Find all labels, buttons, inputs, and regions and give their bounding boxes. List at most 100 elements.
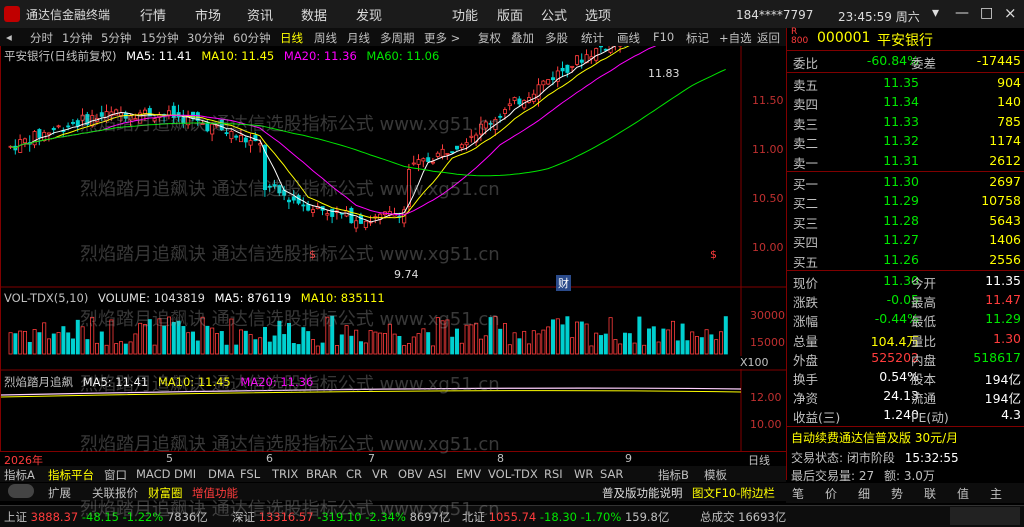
- indicator-tab[interactable]: TRIX: [272, 467, 298, 481]
- tab-kuozhan[interactable]: 扩展: [48, 485, 71, 501]
- volume-bar: [369, 331, 372, 354]
- period-15min[interactable]: 15分钟: [141, 30, 179, 46]
- chart-area[interactable]: [0, 46, 788, 452]
- dividend-marker-1[interactable]: $: [309, 248, 316, 261]
- x-axis-may: 5: [166, 452, 173, 465]
- menu-xuanxiang[interactable]: 选项: [585, 5, 611, 24]
- toggle-switch[interactable]: [8, 484, 34, 498]
- kline-chart[interactable]: [1, 46, 787, 451]
- indicator-tab[interactable]: SAR: [600, 467, 623, 481]
- sell-row[interactable]: 卖二11.321174: [787, 132, 1024, 151]
- volume-bar: [446, 320, 449, 354]
- indicator-tab[interactable]: EMV: [456, 467, 481, 481]
- indicator-tab[interactable]: 指标平台: [48, 467, 94, 483]
- side-tab[interactable]: 细: [858, 485, 870, 502]
- menu-shichang[interactable]: 市场: [195, 5, 221, 24]
- menu-gongshi[interactable]: 公式: [541, 5, 567, 24]
- menu-banmian[interactable]: 版面: [497, 5, 523, 24]
- tab-puji-help[interactable]: 普及版功能说明: [602, 485, 683, 501]
- period-5min[interactable]: 5分钟: [101, 30, 131, 46]
- indicator-tab[interactable]: ASI: [428, 467, 447, 481]
- period-60min[interactable]: 60分钟: [233, 30, 271, 46]
- finance-marker[interactable]: 财: [556, 275, 571, 291]
- period-1min[interactable]: 1分钟: [62, 30, 92, 46]
- buy-row[interactable]: 买二11.2910758: [787, 192, 1024, 211]
- action-fuquan[interactable]: 复权: [478, 30, 501, 46]
- menu-gongneng[interactable]: 功能: [452, 5, 478, 24]
- action-tongji[interactable]: 统计: [581, 30, 604, 46]
- period-monthly[interactable]: 月线: [347, 30, 370, 46]
- indicator-tab[interactable]: OBV: [398, 467, 422, 481]
- volume-bar: [62, 327, 65, 354]
- maximize-icon[interactable]: □: [980, 5, 993, 21]
- buy-row[interactable]: 买三11.285643: [787, 212, 1024, 231]
- tab-zengzhi[interactable]: 增值功能: [192, 485, 238, 501]
- side-tab[interactable]: 势: [891, 485, 903, 502]
- tray-icons[interactable]: [950, 507, 1020, 525]
- indicator-tab[interactable]: BRAR: [306, 467, 337, 481]
- indicator-tab[interactable]: RSI: [544, 467, 563, 481]
- action-huaxian[interactable]: 画线: [617, 30, 640, 46]
- menu-faxian[interactable]: 发现: [356, 5, 382, 24]
- close-icon[interactable]: ×: [1004, 4, 1017, 22]
- menu-zixun[interactable]: 资讯: [247, 5, 273, 24]
- tab-f10-sidebar[interactable]: 图文F10-附边栏: [692, 485, 775, 501]
- side-tab[interactable]: 价: [825, 485, 837, 502]
- minimize-icon[interactable]: —: [955, 5, 969, 21]
- volume-bar: [652, 327, 655, 354]
- side-tab[interactable]: 值: [957, 485, 969, 502]
- candle-body: [57, 126, 60, 127]
- action-biaoji[interactable]: 标记: [686, 30, 709, 46]
- indicator-tab[interactable]: MACD: [136, 467, 170, 481]
- indicator-tab[interactable]: CR: [346, 467, 362, 481]
- action-add-watchlist[interactable]: +自选: [719, 30, 752, 46]
- period-more[interactable]: 更多 >: [424, 30, 460, 46]
- period-daily[interactable]: 日线: [280, 30, 303, 46]
- side-tab[interactable]: 联: [924, 485, 936, 502]
- volume-bar: [470, 325, 473, 354]
- user-account[interactable]: 184****7797: [736, 8, 813, 22]
- sell-row[interactable]: 卖四11.34140: [787, 93, 1024, 112]
- indicator-tab[interactable]: 模板: [704, 467, 727, 483]
- sell-row[interactable]: 卖五11.35904: [787, 74, 1024, 93]
- volume-bar: [172, 322, 175, 354]
- buy-row[interactable]: 买一11.302697: [787, 173, 1024, 192]
- period-weekly[interactable]: 周线: [314, 30, 337, 46]
- action-f10[interactable]: F10: [653, 30, 674, 44]
- stat-value: 104.4万: [851, 331, 919, 350]
- period-multi[interactable]: 多周期: [380, 30, 415, 46]
- tab-caifuquan[interactable]: 财富圈: [148, 485, 183, 501]
- indicator-tab[interactable]: DMI: [174, 467, 196, 481]
- period-fenshi[interactable]: 分时: [30, 30, 53, 46]
- indicator-tab[interactable]: VR: [372, 467, 388, 481]
- sell-row[interactable]: 卖三11.33785: [787, 113, 1024, 132]
- tab-guanlian[interactable]: 关联报价: [92, 485, 138, 501]
- side-tab[interactable]: 主: [990, 485, 1002, 502]
- indicator-tab[interactable]: 指标B: [658, 467, 689, 483]
- volume-bar: [196, 341, 199, 354]
- dividend-marker-2[interactable]: $: [710, 248, 717, 261]
- indicator-tab[interactable]: WR: [574, 467, 593, 481]
- promo-banner[interactable]: 自动续费通达信普及版 30元/月: [791, 429, 958, 446]
- indicator-tab[interactable]: VOL-TDX: [488, 467, 538, 481]
- stat-value-2: 11.35: [947, 273, 1021, 288]
- menu-hangqing[interactable]: 行情: [140, 5, 166, 24]
- indicator-tab[interactable]: 指标A: [4, 467, 35, 483]
- volume-bar: [503, 323, 506, 354]
- toolbar-back-icon[interactable]: ◂: [6, 30, 12, 44]
- action-duogu[interactable]: 多股: [545, 30, 568, 46]
- menu-icon[interactable]: ▾: [932, 5, 939, 21]
- menu-shuju[interactable]: 数据: [301, 5, 327, 24]
- action-return[interactable]: 返回: [757, 30, 780, 46]
- indicator-tab[interactable]: DMA: [208, 467, 235, 481]
- candle-body: [412, 163, 415, 164]
- indicator-tab[interactable]: 窗口: [104, 467, 127, 483]
- volume-bar: [691, 332, 694, 354]
- buy-row[interactable]: 买五11.262556: [787, 251, 1024, 270]
- period-30min[interactable]: 30分钟: [187, 30, 225, 46]
- sell-row[interactable]: 卖一11.312612: [787, 152, 1024, 171]
- indicator-tab[interactable]: FSL: [240, 467, 260, 481]
- side-tab[interactable]: 笔: [792, 485, 804, 502]
- action-diejia[interactable]: 叠加: [511, 30, 534, 46]
- buy-row[interactable]: 买四11.271406: [787, 231, 1024, 250]
